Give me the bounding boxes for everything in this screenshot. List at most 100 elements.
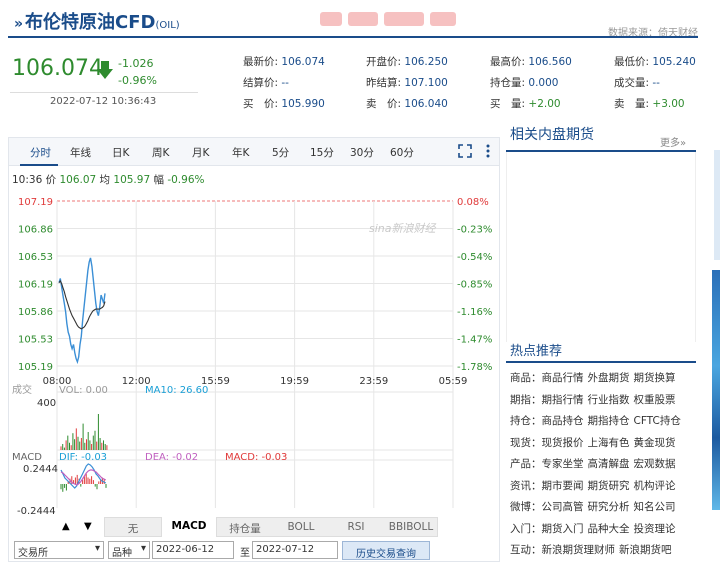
instrument-code: (OIL): [155, 20, 180, 31]
hot-link[interactable]: 研究分析: [588, 501, 630, 513]
hot-category: 资讯：: [510, 479, 542, 492]
hot-link[interactable]: 上海有色: [588, 437, 630, 449]
tab-monthly-k[interactable]: 月K: [192, 145, 209, 160]
tab-year-line[interactable]: 年线: [70, 145, 91, 160]
hot-row: 持仓：商品持仓 期指持仓 CFTC持仓: [510, 413, 685, 428]
hot-link[interactable]: 行业指数: [588, 394, 630, 406]
more-vertical-icon[interactable]: [485, 143, 491, 159]
hot-link[interactable]: 权重股票: [634, 394, 676, 406]
stat-volume: 成交量: --: [614, 77, 660, 89]
macd-dea: DEA: -0.02: [145, 452, 198, 463]
hot-link[interactable]: 期指持仓: [588, 415, 630, 427]
hot-link[interactable]: 知名公司: [634, 501, 676, 513]
zoom-in-icon[interactable]: ▲: [62, 521, 70, 532]
crosshair-quote: 10:36 价 106.07 均 105.97 幅 -0.96%: [12, 174, 205, 186]
indicator-open-interest[interactable]: 持仓量: [217, 521, 273, 536]
to-label: 至: [240, 548, 250, 559]
arrow-down-icon: [97, 61, 113, 79]
watermark: sina新浪财经: [369, 222, 436, 235]
hot-link[interactable]: CFTC持仓: [634, 415, 681, 427]
hot-link[interactable]: 专家坐堂: [542, 458, 584, 470]
hot-row: 商品：商品行情 外盘期货 期货换算: [510, 370, 680, 385]
date-from-input[interactable]: 2022-06-12: [152, 541, 234, 559]
y-tick-label: 106.53: [18, 252, 53, 263]
tab-15min[interactable]: 15分: [310, 145, 334, 160]
variety-select[interactable]: 品种: [108, 541, 150, 559]
volume-label: 成交: [12, 383, 32, 396]
volume-value: VOL: 0.00: [59, 385, 108, 396]
exchange-select[interactable]: 交易所: [14, 541, 104, 559]
quote-datetime: 2022-07-12 10:36:43: [50, 96, 157, 107]
tab-minute[interactable]: 分时: [30, 145, 51, 160]
side-banner: [712, 270, 720, 510]
hot-link[interactable]: 商品行情: [542, 372, 584, 384]
indicator-rsi[interactable]: RSI: [329, 521, 383, 533]
indicator-boll[interactable]: BOLL: [273, 521, 329, 533]
hot-row: 互动：新浪期货理财师 新浪期货吧: [510, 542, 676, 557]
y-tick-label: 106.86: [18, 225, 53, 236]
hot-link[interactable]: 现货报价: [542, 437, 584, 449]
hot-link[interactable]: 新浪期货理财师: [542, 544, 616, 556]
hot-link[interactable]: 期货研究: [588, 480, 630, 492]
indicator-bbiboll[interactable]: BBIBOLL: [383, 521, 439, 533]
last-price: 106.074: [12, 56, 103, 81]
hot-category: 现货：: [510, 436, 542, 449]
tab-daily-k[interactable]: 日K: [112, 145, 129, 160]
volume-y-tick: 400: [37, 398, 56, 409]
intraday-chart[interactable]: 107.19 106.86 106.53 106.19 105.86 105.53 105.…: [9, 188, 499, 516]
y-tick-label-right: -1.78%: [457, 362, 492, 373]
hot-row: 微博：公司高管 研究分析 知名公司: [510, 499, 680, 514]
y-tick-label: 106.19: [18, 280, 53, 291]
hot-link[interactable]: 商品持仓: [542, 415, 584, 427]
y-tick-label: 105.53: [18, 335, 53, 346]
tab-5min[interactable]: 5分: [272, 145, 289, 160]
hot-link[interactable]: 宏观数据: [634, 458, 676, 470]
hot-link[interactable]: 期货入门: [542, 523, 584, 535]
y-tick-label-right: 0.08%: [457, 197, 489, 208]
tab-60min[interactable]: 60分: [390, 145, 414, 160]
tab-30min[interactable]: 30分: [350, 145, 374, 160]
hot-link[interactable]: 高清解盘: [588, 458, 630, 470]
hot-row: 产品：专家坐堂 高清解盘 宏观数据: [510, 456, 680, 471]
hot-category: 微博：: [510, 501, 542, 513]
hot-link[interactable]: 期市要闻: [542, 480, 584, 492]
tab-weekly-k[interactable]: 周K: [152, 145, 169, 160]
hot-link[interactable]: 黄金现货: [634, 437, 676, 449]
redacted-area: [320, 12, 470, 28]
change-percent: -0.96%: [118, 74, 157, 87]
macd-y-bottom: -0.2444: [17, 506, 56, 516]
stat-high: 最高价: 106.560: [490, 56, 572, 68]
x-tick-label: 23:59: [359, 376, 388, 387]
hot-category: 产品：: [510, 458, 542, 470]
hot-link[interactable]: 品种大全: [588, 523, 630, 535]
zoom-out-icon[interactable]: ▼: [84, 521, 92, 532]
fullscreen-icon[interactable]: [458, 144, 472, 158]
y-tick-label: 105.19: [18, 362, 53, 373]
price-lines: [58, 257, 106, 365]
stat-bid-size: 买 量: +2.00: [490, 98, 561, 110]
y-tick-label-right: -1.16%: [457, 307, 492, 318]
macd-y-top: 0.2444: [23, 464, 58, 475]
hot-link[interactable]: 新浪期货吧: [619, 544, 672, 556]
stat-low: 最低价: 105.240: [614, 56, 696, 68]
indicator-none[interactable]: 无: [105, 521, 161, 536]
y-tick-label: 107.19: [18, 197, 53, 208]
page-title: » 布伦特原油CFD(OIL): [14, 8, 180, 34]
hot-row: 期指：期指行情 行业指数 权重股票: [510, 392, 680, 407]
hot-link[interactable]: 投资理论: [634, 523, 676, 535]
related-more-link[interactable]: 更多»: [660, 134, 686, 149]
hot-link[interactable]: 期货换算: [634, 372, 676, 384]
stat-latest: 最新价: 106.074: [243, 56, 325, 68]
date-to-input[interactable]: 2022-07-12: [252, 541, 338, 559]
indicator-macd[interactable]: MACD: [161, 517, 217, 537]
hot-link[interactable]: 公司高管: [542, 501, 584, 513]
stat-prev-settle: 昨结算: 107.100: [366, 77, 448, 89]
hot-link[interactable]: 机构评论: [634, 480, 676, 492]
change-value: -1.026: [118, 57, 154, 70]
indicator-tabs: 无 MACD 持仓量 BOLL RSI BBIBOLL: [104, 517, 438, 537]
hot-link[interactable]: 外盘期货: [588, 372, 630, 384]
tab-yearly-k[interactable]: 年K: [232, 145, 249, 160]
hot-link[interactable]: 期指行情: [542, 394, 584, 406]
history-query-button[interactable]: 历史交易查询: [342, 541, 430, 560]
hot-category: 入门：: [510, 522, 542, 535]
